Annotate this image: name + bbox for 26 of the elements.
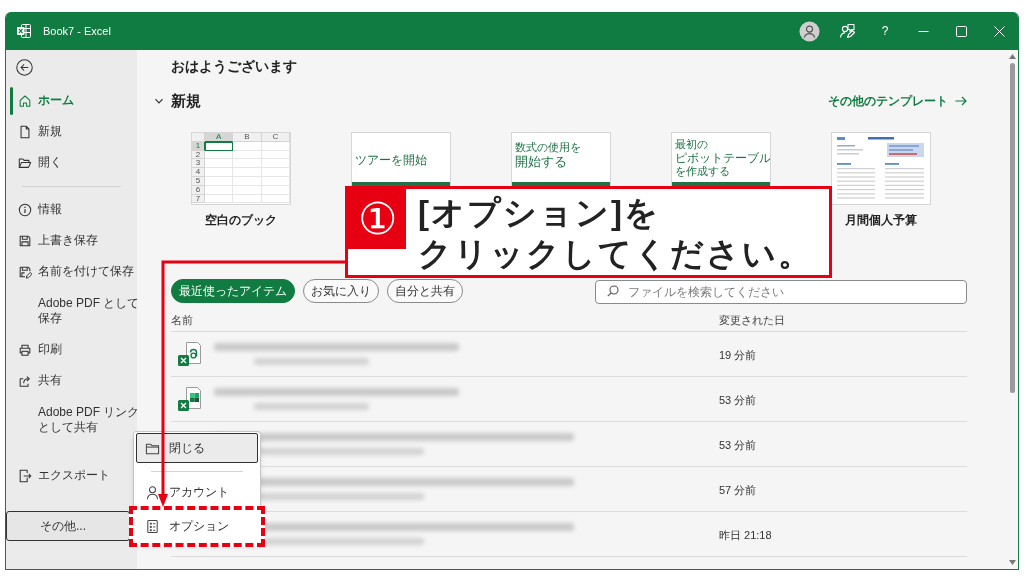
modified-date: 昨日 21:18 (719, 529, 772, 541)
row-header: 4 (192, 168, 205, 177)
modified-date: 19 分前 (719, 349, 757, 361)
section-heading: 新規 (171, 91, 201, 111)
row-header: 6 (192, 185, 205, 195)
window-title: Book7 - Excel (43, 24, 111, 38)
template-name: 空白のブック (205, 213, 277, 228)
thumbnail-text: 最初の (675, 138, 709, 151)
row-header: 5 (192, 177, 205, 186)
column-header: 名前 (171, 313, 193, 326)
column-header: 変更された日 (719, 313, 785, 326)
modified-date: 53 分前 (719, 394, 757, 406)
modified-date: 57 分前 (719, 484, 757, 496)
column-header: A (205, 133, 234, 142)
template-name: 月間個人予算 (845, 213, 917, 228)
thumbnail-text: を作成する (675, 165, 731, 178)
step-number: ① (348, 189, 406, 249)
column-header: C (261, 133, 290, 142)
thumbnail-text: 開始する (515, 155, 568, 168)
modified-date: 53 分前 (719, 439, 757, 451)
thumbnail-text: 数式の使用を (515, 141, 582, 154)
row-header: 7 (192, 194, 205, 204)
row-header: 1 (192, 141, 205, 151)
thumbnail-text: ツアーを開始 (355, 154, 428, 167)
greeting-heading: おはようございます (171, 57, 298, 75)
column-header: B (233, 133, 262, 142)
